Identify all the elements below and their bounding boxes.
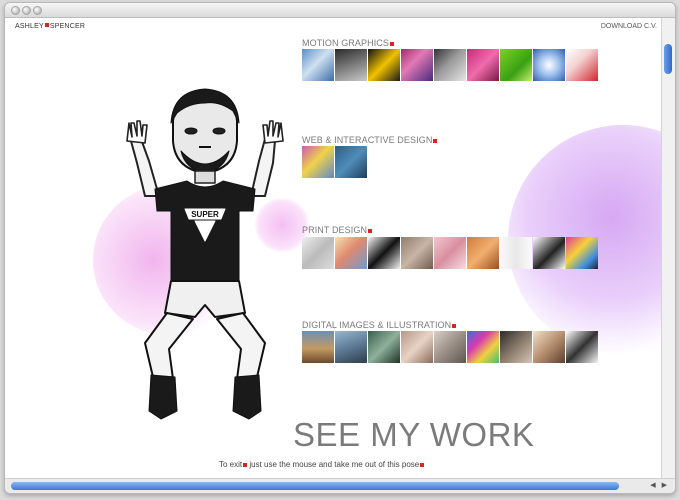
- digital-images-thumbnails: [302, 331, 599, 363]
- section-title-label: WEB & INTERACTIVE DESIGN: [302, 135, 433, 145]
- print-thumb-9[interactable]: [566, 237, 598, 269]
- web-interactive-thumbnails: [302, 146, 368, 178]
- print-thumb-7[interactable]: [500, 237, 532, 269]
- motion-thumb-7[interactable]: [500, 49, 532, 81]
- digital-thumb-5[interactable]: [434, 331, 466, 363]
- digital-thumb-3[interactable]: [368, 331, 400, 363]
- scroll-arrows-icon[interactable]: ◀ ▶: [650, 481, 669, 489]
- digital-thumb-1[interactable]: [302, 331, 334, 363]
- zoom-window-icon[interactable]: [33, 6, 42, 15]
- section-title-digital-images[interactable]: DIGITAL IMAGES & ILLUSTRATION: [302, 320, 457, 330]
- section-title-label: PRINT DESIGN: [302, 225, 368, 235]
- motion-thumb-3[interactable]: [368, 49, 400, 81]
- horizontal-scroll-thumb[interactable]: [11, 482, 619, 490]
- digital-thumb-4[interactable]: [401, 331, 433, 363]
- print-thumb-2[interactable]: [335, 237, 367, 269]
- motion-thumb-2[interactable]: [335, 49, 367, 81]
- close-window-icon[interactable]: [11, 6, 20, 15]
- motion-thumb-5[interactable]: [434, 49, 466, 81]
- brand-separator-icon: [44, 23, 49, 27]
- section-title-label: MOTION GRAPHICS: [302, 38, 390, 48]
- vertical-scroll-thumb[interactable]: [664, 44, 672, 74]
- red-dot-icon: [420, 463, 425, 467]
- print-design-thumbnails: [302, 237, 599, 269]
- print-thumb-4[interactable]: [401, 237, 433, 269]
- horizontal-scrollbar[interactable]: ◀ ▶: [5, 478, 675, 493]
- minimize-window-icon[interactable]: [22, 6, 31, 15]
- section-title-print-design[interactable]: PRINT DESIGN: [302, 225, 373, 235]
- print-thumb-8[interactable]: [533, 237, 565, 269]
- exit-text-part2: just use the mouse and take me out of th…: [247, 460, 420, 469]
- print-thumb-6[interactable]: [467, 237, 499, 269]
- motion-thumb-1[interactable]: [302, 49, 334, 81]
- character-illustration[interactable]: SUPER: [115, 81, 295, 426]
- red-dot-icon: [368, 229, 373, 233]
- red-dot-icon: [452, 324, 457, 328]
- exit-text-part1: To exit: [219, 460, 243, 469]
- brand-first-name: ASHLEY: [15, 23, 44, 30]
- shirt-text: SUPER: [191, 210, 219, 219]
- section-title-motion-graphics[interactable]: MOTION GRAPHICS: [302, 38, 395, 48]
- section-title-label: DIGITAL IMAGES & ILLUSTRATION: [302, 320, 452, 330]
- digital-thumb-2[interactable]: [335, 331, 367, 363]
- title-bar: [5, 3, 675, 18]
- red-dot-icon: [433, 139, 438, 143]
- motion-thumb-8[interactable]: [533, 49, 565, 81]
- digital-thumb-9[interactable]: [566, 331, 598, 363]
- print-thumb-1[interactable]: [302, 237, 334, 269]
- motion-thumb-4[interactable]: [401, 49, 433, 81]
- web-thumb-2[interactable]: [335, 146, 367, 178]
- print-thumb-5[interactable]: [434, 237, 466, 269]
- digital-thumb-8[interactable]: [533, 331, 565, 363]
- browser-window: ASHLEY SPENCER DOWNLOAD C.V. MOTION GRAPH…: [4, 2, 676, 494]
- motion-thumb-9[interactable]: [566, 49, 598, 81]
- digital-thumb-7[interactable]: [500, 331, 532, 363]
- download-cv-link[interactable]: DOWNLOAD C.V.: [601, 23, 657, 30]
- portfolio-page: ASHLEY SPENCER DOWNLOAD C.V. MOTION GRAPH…: [5, 18, 661, 478]
- exit-instructions: To exit just use the mouse and take me o…: [219, 460, 425, 469]
- print-thumb-3[interactable]: [368, 237, 400, 269]
- section-title-web-interactive[interactable]: WEB & INTERACTIVE DESIGN: [302, 135, 438, 145]
- see-my-work-heading[interactable]: SEE MY WORK: [293, 416, 534, 454]
- digital-thumb-6[interactable]: [467, 331, 499, 363]
- brand-last-name: SPENCER: [49, 23, 86, 30]
- site-logo[interactable]: ASHLEY SPENCER: [15, 23, 85, 30]
- red-dot-icon: [390, 42, 395, 46]
- vertical-scrollbar[interactable]: [661, 18, 675, 478]
- motion-graphics-thumbnails: [302, 49, 599, 81]
- motion-thumb-6[interactable]: [467, 49, 499, 81]
- web-thumb-1[interactable]: [302, 146, 334, 178]
